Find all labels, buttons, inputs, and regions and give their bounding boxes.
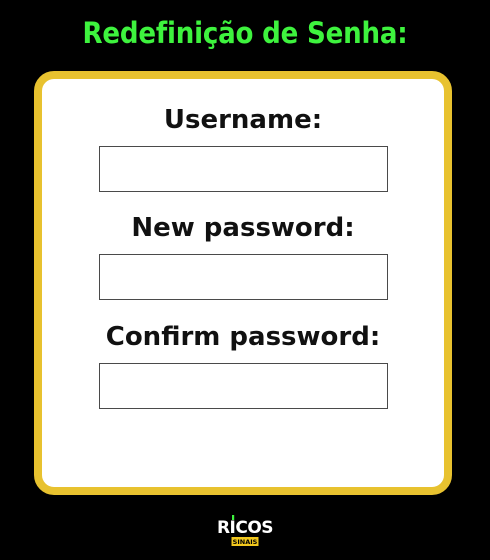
page-title: Redefinição de Senha: — [82, 16, 408, 50]
logo-green-accent — [232, 515, 235, 520]
new-password-label: New password: — [131, 213, 355, 243]
confirm-password-input[interactable] — [99, 363, 388, 409]
username-label: Username: — [163, 105, 323, 135]
ricos-sinais-logo: RICOS SINAIS — [217, 515, 274, 546]
username-input[interactable] — [99, 146, 388, 192]
logo-tagline: SINAIS — [233, 538, 258, 546]
password-reset-form: Username: New password: Confirm password… — [34, 71, 452, 495]
logo-wordmark: RICOS — [217, 518, 273, 538]
new-password-input[interactable] — [99, 254, 388, 300]
confirm-password-label: Confirm password: — [105, 322, 381, 352]
